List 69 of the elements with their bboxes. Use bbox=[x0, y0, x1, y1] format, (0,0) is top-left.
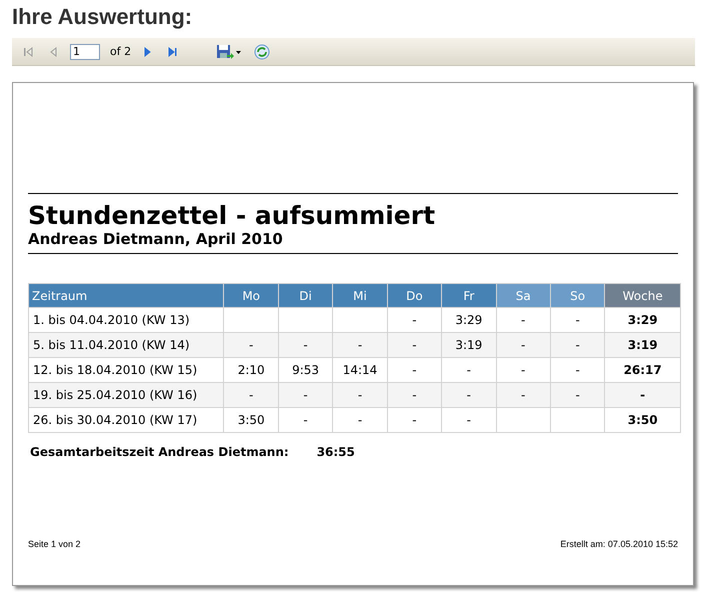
table-cell: 5. bis 11.04.2010 (KW 14) bbox=[28, 332, 224, 358]
table-cell: - bbox=[387, 332, 442, 358]
column-header: Mi bbox=[332, 284, 388, 308]
table-cell: 9:53 bbox=[278, 358, 333, 382]
table-cell: - bbox=[224, 332, 278, 358]
table-cell: 3:19 bbox=[604, 332, 680, 358]
table-cell: 19. bis 25.04.2010 (KW 16) bbox=[28, 382, 224, 408]
table-cell: 3:29 bbox=[604, 308, 680, 332]
table-cell bbox=[278, 308, 333, 332]
table-cell: 3:50 bbox=[604, 408, 680, 432]
page-count: of 2 bbox=[110, 45, 132, 58]
table-cell: 2:10 bbox=[224, 358, 278, 382]
total-label: Gesamtarbeitszeit Andreas Dietmann: bbox=[30, 445, 289, 459]
column-header: Sa bbox=[496, 284, 550, 308]
table-cell: 26:17 bbox=[604, 358, 680, 382]
page-number-field[interactable]: 1 bbox=[70, 44, 100, 60]
table-cell: - bbox=[278, 332, 333, 358]
table-cell: 26. bis 30.04.2010 (KW 17) bbox=[28, 408, 224, 432]
table-cell: - bbox=[278, 382, 333, 408]
column-header: Zeitraum bbox=[28, 284, 224, 308]
table-cell: - bbox=[332, 382, 388, 408]
table-cell: 1. bis 04.04.2010 (KW 13) bbox=[28, 308, 224, 332]
report-subtitle: Andreas Dietmann, April 2010 bbox=[28, 230, 284, 248]
table-cell: - bbox=[496, 332, 550, 358]
table-cell: - bbox=[442, 358, 496, 382]
table-cell: - bbox=[442, 408, 496, 432]
created-timestamp: Erstellt am: 07.05.2010 15:52 bbox=[560, 539, 678, 549]
column-header: Fr bbox=[442, 284, 496, 308]
table-cell bbox=[332, 308, 388, 332]
table-cell: - bbox=[224, 382, 278, 408]
table-cell: - bbox=[442, 382, 496, 408]
refresh-button[interactable] bbox=[253, 42, 272, 60]
table-cell: - bbox=[550, 382, 605, 408]
table-cell: 3:50 bbox=[224, 408, 278, 432]
column-header: Do bbox=[387, 284, 442, 308]
table-cell: 3:29 bbox=[442, 308, 496, 332]
table-cell: - bbox=[387, 308, 442, 332]
table-cell: - bbox=[496, 358, 550, 382]
table-cell: - bbox=[387, 358, 442, 382]
table-cell bbox=[224, 308, 278, 332]
table-cell: - bbox=[332, 332, 388, 358]
page-footer-number: Seite 1 von 2 bbox=[28, 539, 81, 549]
table-cell: 12. bis 18.04.2010 (KW 15) bbox=[28, 358, 224, 382]
total-value: 36:55 bbox=[316, 445, 355, 459]
table-cell: - bbox=[496, 308, 550, 332]
floppy-disk-icon bbox=[216, 44, 242, 60]
first-page-icon bbox=[23, 46, 35, 58]
table-cell: - bbox=[387, 408, 442, 432]
table-cell: - bbox=[278, 408, 333, 432]
page-heading: Ihre Auswertung: bbox=[12, 3, 194, 31]
column-header: Mo bbox=[224, 284, 278, 308]
table-cell: 3:19 bbox=[442, 332, 496, 358]
column-header: Di bbox=[278, 284, 333, 308]
column-header: Woche bbox=[604, 284, 680, 308]
table-cell: - bbox=[550, 358, 605, 382]
table-cell bbox=[550, 408, 605, 432]
table-cell: - bbox=[550, 332, 605, 358]
table-cell: 14:14 bbox=[332, 358, 388, 382]
column-header: So bbox=[550, 284, 605, 308]
table-cell: - bbox=[332, 408, 388, 432]
table-cell bbox=[496, 408, 550, 432]
last-page-icon bbox=[166, 46, 178, 58]
refresh-icon bbox=[254, 44, 270, 60]
table-cell: - bbox=[550, 308, 605, 332]
table-cell: - bbox=[604, 382, 680, 408]
table-cell: - bbox=[387, 382, 442, 408]
export-button[interactable] bbox=[215, 44, 244, 58]
report-title: Stundenzettel - aufsummiert bbox=[28, 202, 436, 230]
table-cell: - bbox=[496, 382, 550, 408]
